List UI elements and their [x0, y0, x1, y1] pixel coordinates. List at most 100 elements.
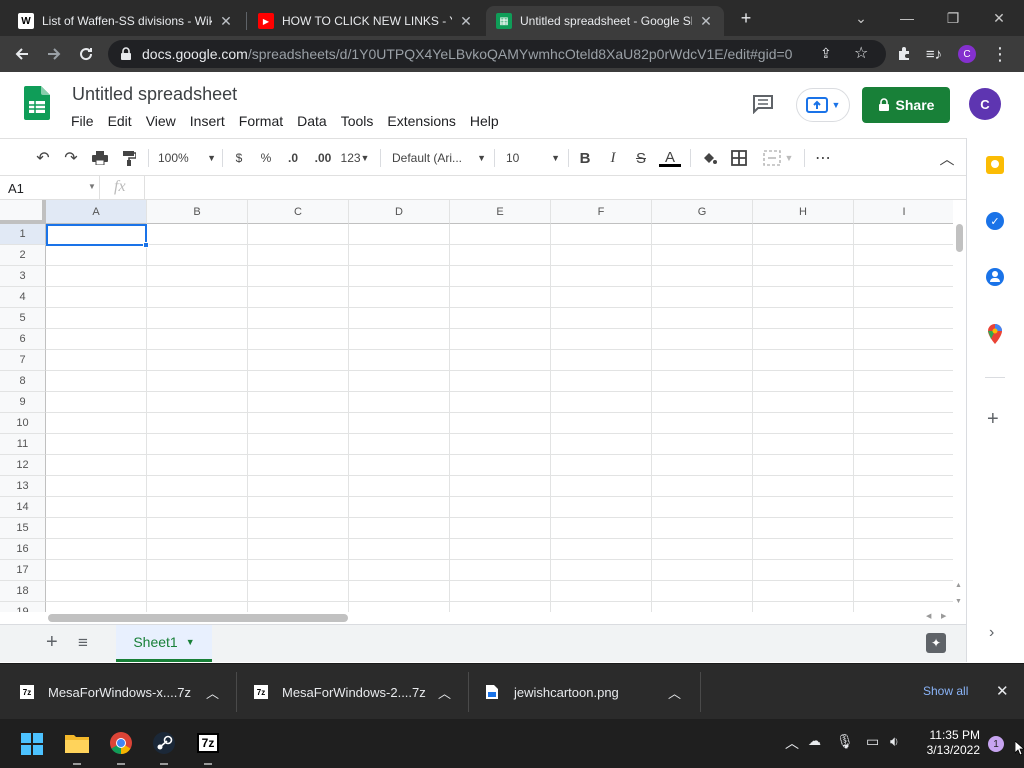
- address-bar[interactable]: docs.google.com/spreadsheets/d/1Y0UTPQX4…: [108, 40, 886, 68]
- cell-b15[interactable]: [147, 518, 248, 539]
- cell-i7[interactable]: [854, 350, 953, 371]
- cell-e2[interactable]: [450, 245, 551, 266]
- row-header-11[interactable]: 11: [0, 434, 46, 455]
- vertical-scrollbar[interactable]: ▲ ▼: [953, 224, 966, 612]
- menu-insert[interactable]: Insert: [183, 110, 232, 132]
- cell-i4[interactable]: [854, 287, 953, 308]
- undo-icon[interactable]: ↶: [32, 147, 54, 169]
- cell-c16[interactable]: [248, 539, 349, 560]
- download-item[interactable]: jewishcartoon.png ︿: [486, 664, 698, 720]
- cell-i2[interactable]: [854, 245, 953, 266]
- cell-f18[interactable]: [551, 581, 652, 602]
- 7zip-icon[interactable]: 7z: [197, 733, 219, 753]
- fill-color-icon[interactable]: [698, 147, 720, 169]
- cell-h6[interactable]: [753, 329, 854, 350]
- cell-f14[interactable]: [551, 497, 652, 518]
- row-header-5[interactable]: 5: [0, 308, 46, 329]
- present-meeting-button[interactable]: ▼: [796, 88, 850, 122]
- row-header-19[interactable]: 19: [0, 602, 46, 612]
- cell-b5[interactable]: [147, 308, 248, 329]
- browser-menu-icon[interactable]: ⋮: [986, 40, 1014, 68]
- row-header-6[interactable]: 6: [0, 329, 46, 350]
- network-icon[interactable]: ▭: [866, 733, 879, 750]
- cell-a7[interactable]: [46, 350, 147, 371]
- explore-icon[interactable]: ✦: [926, 633, 946, 653]
- cell-c6[interactable]: [248, 329, 349, 350]
- cell-i15[interactable]: [854, 518, 953, 539]
- horizontal-scrollbar[interactable]: ◀ ▶: [46, 612, 953, 624]
- cell-b12[interactable]: [147, 455, 248, 476]
- chevron-up-icon[interactable]: ︿: [668, 683, 681, 702]
- cell-a15[interactable]: [46, 518, 147, 539]
- cell-a6[interactable]: [46, 329, 147, 350]
- cell-i13[interactable]: [854, 476, 953, 497]
- cell-a9[interactable]: [46, 392, 147, 413]
- cell-g14[interactable]: [652, 497, 753, 518]
- column-header-d[interactable]: D: [349, 200, 450, 224]
- cell-h16[interactable]: [753, 539, 854, 560]
- new-tab-button[interactable]: +: [734, 8, 758, 30]
- cell-a10[interactable]: [46, 413, 147, 434]
- cell-h1[interactable]: [753, 224, 854, 245]
- share-button[interactable]: Share: [862, 87, 950, 123]
- cell-h5[interactable]: [753, 308, 854, 329]
- cell-c3[interactable]: [248, 266, 349, 287]
- show-hidden-icons[interactable]: ︿: [785, 733, 799, 753]
- windows-start-icon[interactable]: [21, 733, 43, 755]
- row-header-8[interactable]: 8: [0, 371, 46, 392]
- cell-f19[interactable]: [551, 602, 652, 612]
- spreadsheet-grid[interactable]: ABCDEFGHI 1 2 3 4 5 6 7 8 9 10 11 12 13 14 15 16 17 18 19: [0, 200, 953, 612]
- cell-d14[interactable]: [349, 497, 450, 518]
- cell-c15[interactable]: [248, 518, 349, 539]
- cell-b2[interactable]: [147, 245, 248, 266]
- cell-c12[interactable]: [248, 455, 349, 476]
- cell-c14[interactable]: [248, 497, 349, 518]
- row-header-15[interactable]: 15: [0, 518, 46, 539]
- bookmark-star-icon[interactable]: ☆: [854, 43, 868, 63]
- minimize-button[interactable]: —: [884, 0, 930, 36]
- cell-c9[interactable]: [248, 392, 349, 413]
- menu-help[interactable]: Help: [463, 110, 506, 132]
- cell-e18[interactable]: [450, 581, 551, 602]
- more-formats-button[interactable]: 123 ▼: [338, 147, 372, 169]
- cell-g3[interactable]: [652, 266, 753, 287]
- cell-f4[interactable]: [551, 287, 652, 308]
- cell-i1[interactable]: [854, 224, 953, 245]
- cell-i5[interactable]: [854, 308, 953, 329]
- font-family-select[interactable]: Default (Ari... ▼: [392, 147, 486, 169]
- cell-d19[interactable]: [349, 602, 450, 612]
- media-control-icon[interactable]: ≡♪: [920, 40, 948, 68]
- cell-a5[interactable]: [46, 308, 147, 329]
- cell-a4[interactable]: [46, 287, 147, 308]
- cell-e1[interactable]: [450, 224, 551, 245]
- menu-format[interactable]: Format: [232, 110, 290, 132]
- cell-c5[interactable]: [248, 308, 349, 329]
- cell-b19[interactable]: [147, 602, 248, 612]
- menu-tools[interactable]: Tools: [334, 110, 381, 132]
- cell-a14[interactable]: [46, 497, 147, 518]
- cell-d2[interactable]: [349, 245, 450, 266]
- chevron-up-icon[interactable]: ︿: [438, 683, 451, 702]
- cell-e5[interactable]: [450, 308, 551, 329]
- sheets-logo-icon[interactable]: [24, 86, 50, 120]
- cell-c19[interactable]: [248, 602, 349, 612]
- cell-e11[interactable]: [450, 434, 551, 455]
- cell-i3[interactable]: [854, 266, 953, 287]
- italic-button[interactable]: I: [604, 147, 622, 169]
- forward-button[interactable]: [40, 40, 68, 68]
- selected-cell-a1[interactable]: [46, 224, 147, 246]
- cell-i12[interactable]: [854, 455, 953, 476]
- text-color-button[interactable]: A: [658, 147, 682, 169]
- scroll-right-icon[interactable]: ▶: [941, 612, 946, 620]
- steam-icon[interactable]: [153, 732, 175, 754]
- restore-button[interactable]: ❐: [930, 0, 976, 36]
- cell-i18[interactable]: [854, 581, 953, 602]
- cell-b16[interactable]: [147, 539, 248, 560]
- cell-b6[interactable]: [147, 329, 248, 350]
- cell-a18[interactable]: [46, 581, 147, 602]
- cell-i9[interactable]: [854, 392, 953, 413]
- fill-handle[interactable]: [143, 242, 149, 248]
- cell-e4[interactable]: [450, 287, 551, 308]
- cell-h10[interactable]: [753, 413, 854, 434]
- cell-f3[interactable]: [551, 266, 652, 287]
